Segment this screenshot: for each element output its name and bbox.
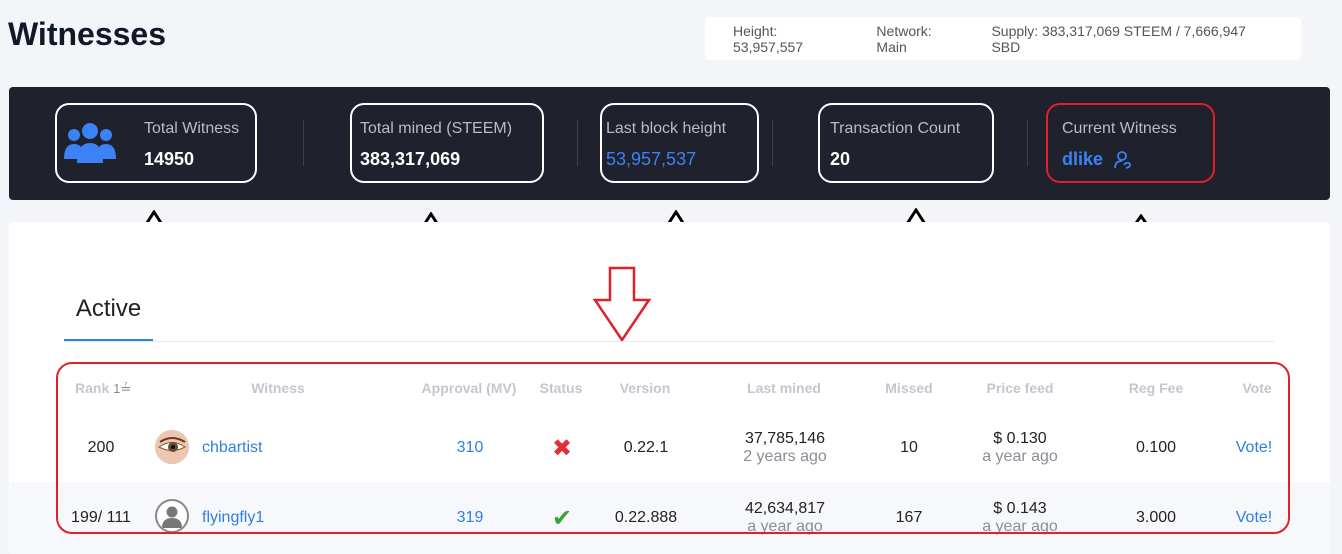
divider: [1027, 120, 1028, 166]
divider: [772, 120, 773, 166]
chain-supply: Supply: 383,317,069 STEEM / 7,666,947 SB…: [991, 22, 1246, 55]
last-block-link[interactable]: 53,957,537: [606, 149, 696, 170]
chain-info-bar: Height: 53,957,557 Network: Main Supply:…: [705, 17, 1301, 60]
divider: [303, 120, 304, 166]
stat-tx-count: Transaction Count 20: [818, 103, 994, 183]
stat-value: 20: [830, 149, 851, 169]
user-link-icon: [1113, 150, 1133, 170]
stat-last-block: Last block height 53,957,537: [600, 103, 759, 183]
stat-label: Last block height: [606, 120, 727, 137]
tab-divider: [64, 341, 1274, 342]
users-group-icon: [63, 119, 117, 172]
stat-total-mined: Total mined (STEEM) 383,317,069: [350, 103, 544, 183]
stat-label: Total mined (STEEM): [360, 120, 513, 137]
divider: [577, 120, 578, 166]
stat-value: 14950: [144, 149, 195, 169]
chain-network: Network: Main: [876, 22, 932, 55]
current-witness-name[interactable]: dlike: [1062, 149, 1103, 170]
stat-label: Total Witness: [144, 120, 240, 137]
annotation-highlight-box: [56, 362, 1290, 534]
page-title: Witnesses: [8, 16, 166, 52]
stat-current-witness: Current Witness dlike: [1046, 103, 1215, 183]
chain-height: Height: 53,957,557: [733, 22, 804, 55]
current-witness-link[interactable]: dlike: [1062, 149, 1133, 170]
annotation-arrow-down-icon: [592, 266, 652, 342]
stat-total-witness: Total Witness 14950: [55, 103, 257, 183]
stats-bar: Total Witness 14950 Total mined (STEEM) …: [9, 87, 1330, 200]
stat-value: 383,317,069: [360, 149, 461, 169]
tab-active[interactable]: Active: [64, 295, 153, 342]
stat-label: Current Witness: [1062, 120, 1177, 137]
stat-label: Transaction Count: [830, 120, 961, 137]
